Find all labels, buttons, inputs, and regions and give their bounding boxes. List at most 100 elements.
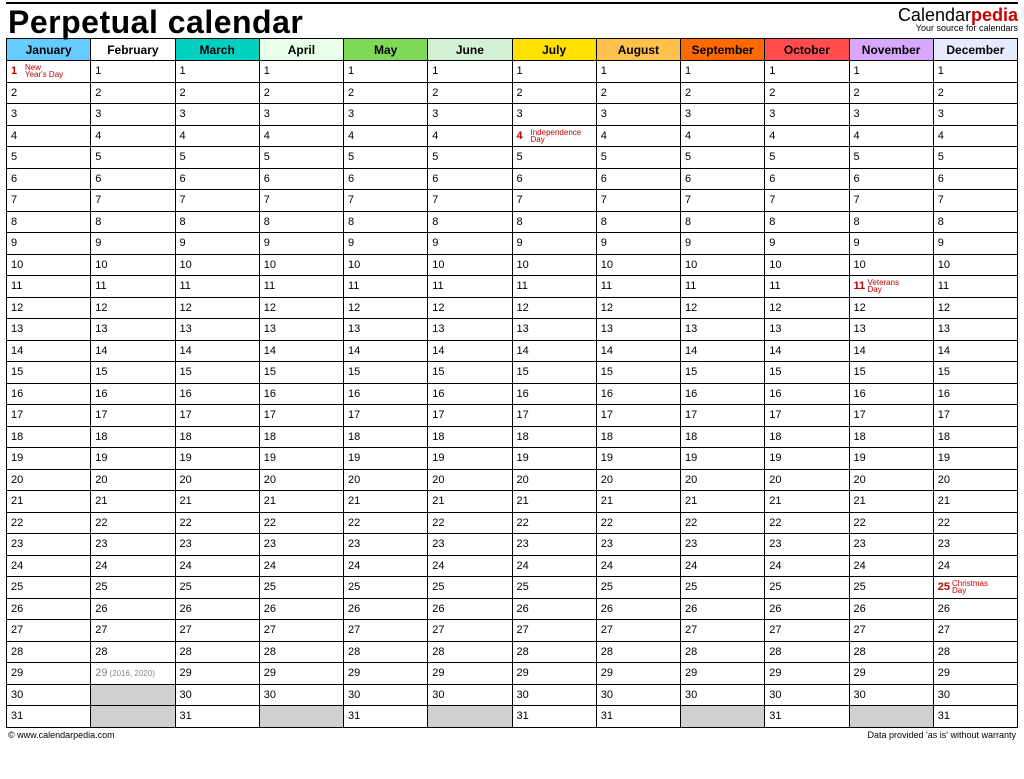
day-row: 212121212121212121212121 [7,491,1018,513]
day-cell: 8 [512,211,596,233]
day-cell: 19 [344,448,428,470]
day-cell: 27 [7,620,91,642]
day-cell: 8 [259,211,343,233]
day-cell: 15 [681,362,765,384]
day-cell: 27 [849,620,933,642]
day-cell: 28 [91,641,175,663]
day-cell: 14 [259,340,343,362]
day-cell: 15 [91,362,175,384]
day-cell: 26 [259,598,343,620]
footer-left: © www.calendarpedia.com [8,730,115,740]
day-cell: 25 [259,577,343,599]
day-cell: 21 [933,491,1017,513]
day-row: 121212121212121212121212 [7,297,1018,319]
day-cell: 19 [512,448,596,470]
day-cell: 26 [428,598,512,620]
day-cell: 12 [7,297,91,319]
day-cell: 16 [428,383,512,405]
day-cell: 7 [175,190,259,212]
day-cell: 19 [849,448,933,470]
day-cell [91,706,175,728]
day-cell: 31 [933,706,1017,728]
day-cell: 24 [681,555,765,577]
day-cell: 28 [344,641,428,663]
day-cell: 23 [512,534,596,556]
day-cell: 30 [765,684,849,706]
day-cell: 17 [681,405,765,427]
day-cell: 7 [512,190,596,212]
day-cell: 10 [91,254,175,276]
day-cell: 3 [428,104,512,126]
day-cell: 1 [849,61,933,83]
day-cell: 25 [681,577,765,599]
day-cell: 7 [259,190,343,212]
day-cell: 6 [933,168,1017,190]
day-row: 161616161616161616161616 [7,383,1018,405]
day-cell: 22 [512,512,596,534]
day-row: 666666666666 [7,168,1018,190]
day-cell: 5 [344,147,428,169]
month-header-february: February [91,39,175,61]
day-row: 262626262626262626262626 [7,598,1018,620]
day-cell: 22 [428,512,512,534]
day-cell: 25 [344,577,428,599]
day-cell: 4 [7,125,91,147]
day-cell: 8 [681,211,765,233]
day-row: 888888888888 [7,211,1018,233]
day-cell: 13 [344,319,428,341]
day-cell: 26 [765,598,849,620]
day-cell: 19 [259,448,343,470]
day-cell: 22 [596,512,680,534]
day-cell: 17 [765,405,849,427]
day-cell: 11 [933,276,1017,298]
day-cell: 16 [344,383,428,405]
day-cell: 29(2016, 2020) [91,663,175,685]
day-cell [259,706,343,728]
day-cell: 24 [7,555,91,577]
day-cell: 6 [765,168,849,190]
day-cell: 22 [681,512,765,534]
day-cell: 18 [765,426,849,448]
day-cell: 21 [344,491,428,513]
day-cell: 29 [933,663,1017,685]
day-cell: 20 [681,469,765,491]
day-cell: 23 [596,534,680,556]
day-cell: 18 [681,426,765,448]
day-cell: 24 [512,555,596,577]
day-cell: 22 [344,512,428,534]
day-cell: 11 [512,276,596,298]
day-cell: 15 [933,362,1017,384]
day-cell: 16 [7,383,91,405]
day-cell: 2 [933,82,1017,104]
day-cell: 2 [344,82,428,104]
day-cell: 9 [765,233,849,255]
day-cell: 6 [344,168,428,190]
day-cell: 11VeteransDay [849,276,933,298]
day-cell: 16 [91,383,175,405]
day-cell: 5 [849,147,933,169]
day-cell: 24 [849,555,933,577]
day-cell: 11 [428,276,512,298]
day-cell: 14 [344,340,428,362]
day-cell: 31 [175,706,259,728]
day-cell: 26 [933,598,1017,620]
day-cell: 17 [344,405,428,427]
day-cell: 3 [344,104,428,126]
day-cell: 24 [428,555,512,577]
month-header-april: April [259,39,343,61]
month-header-december: December [933,39,1017,61]
day-cell: 29 [849,663,933,685]
day-cell: 20 [765,469,849,491]
day-cell: 10 [596,254,680,276]
day-cell: 10 [849,254,933,276]
day-cell: 18 [428,426,512,448]
day-cell: 12 [681,297,765,319]
day-cell: 14 [512,340,596,362]
day-cell: 25 [765,577,849,599]
day-cell: 6 [175,168,259,190]
day-cell: 6 [91,168,175,190]
day-cell: 27 [344,620,428,642]
day-cell: 1 [681,61,765,83]
day-row: 181818181818181818181818 [7,426,1018,448]
day-cell: 22 [7,512,91,534]
